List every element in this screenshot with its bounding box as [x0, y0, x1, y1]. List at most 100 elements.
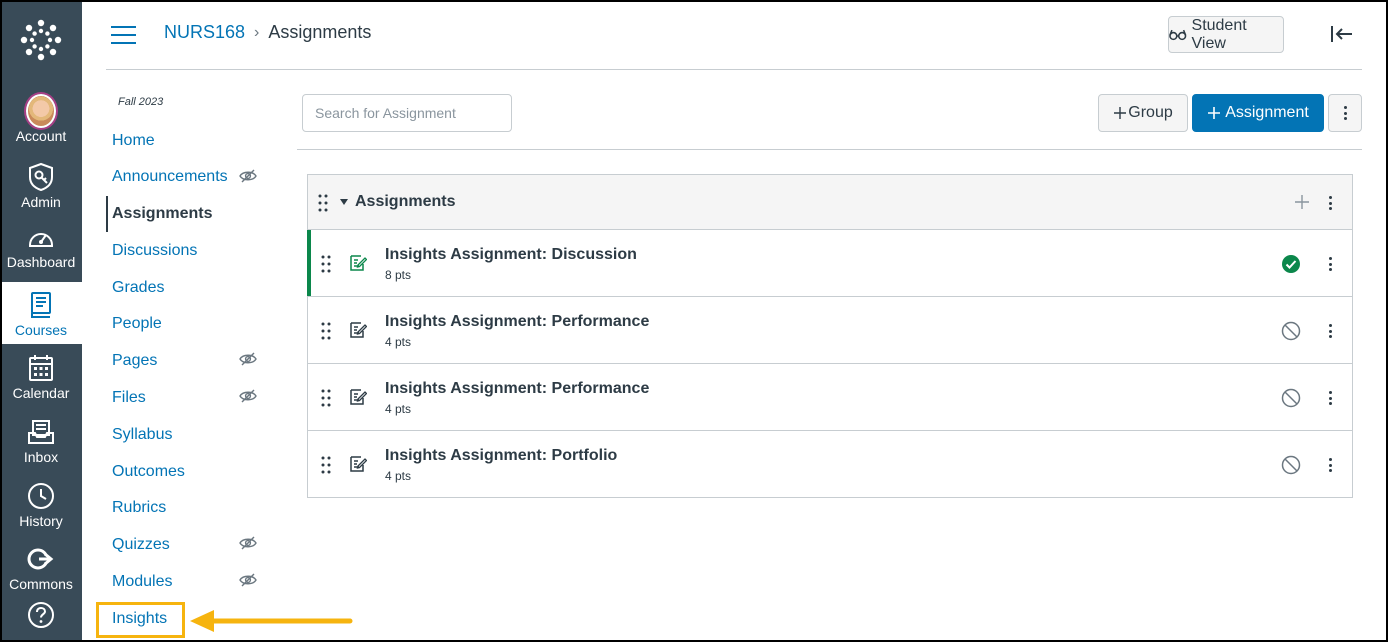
add-group-label: Group [1128, 104, 1173, 121]
active-indicator [106, 196, 108, 232]
gnav-dashboard[interactable]: Dashboard [0, 214, 82, 276]
course-nav-syllabus[interactable]: Syllabus [112, 423, 172, 447]
assignment-menu-kebab-icon[interactable] [1325, 389, 1335, 407]
assignment-menu-kebab-icon[interactable] [1325, 322, 1335, 340]
breadcrumb-current: Assignments [268, 22, 372, 42]
course-nav-quizzes[interactable]: Quizzes [112, 533, 170, 557]
gnav-inbox[interactable]: Inbox [0, 409, 82, 471]
gnav-commons[interactable]: Commons [0, 536, 82, 598]
assignment-title-link[interactable]: Insights Assignment: Discussion [385, 246, 637, 264]
gnav-calendar-label: Calendar [12, 385, 70, 401]
group-menu-kebab-icon[interactable] [1325, 194, 1335, 212]
unpublished-icon[interactable] [1281, 321, 1301, 341]
drag-handle-icon[interactable] [321, 389, 331, 407]
settings-menu-button[interactable] [1328, 94, 1362, 132]
hidden-eye-icon [239, 536, 257, 550]
course-nav-home[interactable]: Home [112, 129, 155, 153]
published-check-icon[interactable] [1281, 254, 1301, 274]
course-nav-outcomes[interactable]: Outcomes [112, 460, 185, 484]
course-nav-people[interactable]: People [112, 312, 162, 336]
search-assignment-input[interactable] [302, 94, 512, 132]
assignment-points: 4 pts [385, 469, 412, 483]
assignment-icon [350, 456, 367, 472]
assignment-points: 4 pts [385, 335, 412, 349]
assignment-group-title: Assignments [355, 193, 456, 210]
inbox-icon [26, 417, 56, 447]
hidden-eye-icon [239, 169, 257, 183]
commons-share-icon [26, 544, 56, 574]
hidden-eye-icon [239, 573, 257, 587]
breadcrumb-course-link[interactable]: NURS168 [164, 22, 245, 43]
assignment-row[interactable]: Insights Assignment: Performance 4 pts [308, 297, 1352, 364]
drag-handle-icon[interactable] [321, 255, 331, 273]
course-nav-announcements[interactable]: Announcements [112, 165, 228, 189]
plus-icon [1114, 107, 1127, 119]
gnav-dashboard-label: Dashboard [6, 254, 76, 270]
breadcrumb: NURS168 › Assignments [164, 22, 371, 43]
add-to-group-icon[interactable] [1294, 194, 1310, 210]
gnav-admin-label: Admin [21, 194, 61, 210]
add-assignment-button[interactable]: Assignment [1192, 94, 1324, 132]
gnav-inbox-label: Inbox [23, 449, 59, 465]
kebab-icon [1340, 104, 1350, 122]
assignment-group-header[interactable]: Assignments [308, 175, 1352, 230]
assignment-menu-kebab-icon[interactable] [1325, 255, 1335, 273]
gnav-history-label: History [19, 513, 63, 529]
course-nav-files[interactable]: Files [112, 386, 146, 410]
unpublished-icon[interactable] [1281, 455, 1301, 475]
assignment-row[interactable]: Insights Assignment: Discussion 8 pts [307, 230, 1352, 297]
gnav-history[interactable]: History [0, 473, 82, 535]
plus-icon [1208, 107, 1221, 119]
drag-handle-icon[interactable] [318, 194, 328, 212]
calendar-icon [26, 353, 56, 383]
assignment-group: Assignments Insights Assignment: Discuss… [307, 174, 1353, 498]
collapse-sidebar-icon[interactable] [1330, 24, 1354, 44]
gnav-calendar[interactable]: Calendar [0, 345, 82, 407]
assignment-points: 4 pts [385, 402, 412, 416]
toolbar-divider [297, 149, 1362, 150]
term-label: Fall 2023 [118, 96, 164, 108]
drag-handle-icon[interactable] [321, 456, 331, 474]
assignment-icon [350, 322, 367, 338]
student-view-button[interactable]: Student View [1168, 16, 1284, 53]
gnav-account[interactable]: Account [0, 88, 82, 150]
assignment-row[interactable]: Insights Assignment: Portfolio 4 pts [308, 431, 1352, 498]
course-nav-modules[interactable]: Modules [112, 570, 172, 594]
header-divider [106, 69, 1362, 70]
course-nav-assignments[interactable]: Assignments [112, 202, 212, 226]
admin-shield-icon [26, 162, 56, 192]
hidden-eye-icon [239, 352, 257, 366]
add-group-button[interactable]: Group [1098, 94, 1188, 132]
assignment-icon [350, 389, 367, 405]
course-nav-rubrics[interactable]: Rubrics [112, 496, 166, 520]
assignment-menu-kebab-icon[interactable] [1325, 456, 1335, 474]
dashboard-gauge-icon [26, 222, 56, 252]
gnav-account-label: Account [15, 128, 67, 144]
drag-handle-icon[interactable] [321, 322, 331, 340]
course-nav-discussions[interactable]: Discussions [112, 239, 197, 263]
courses-book-icon [26, 290, 56, 320]
unpublished-icon[interactable] [1281, 388, 1301, 408]
pointer-arrow-icon [190, 610, 353, 632]
course-nav-grades[interactable]: Grades [112, 276, 164, 300]
gnav-help[interactable] [0, 596, 82, 638]
course-menu-toggle-button[interactable] [111, 26, 136, 44]
gnav-courses[interactable]: Courses [0, 282, 82, 344]
canvas-logo-icon[interactable] [0, 12, 82, 68]
help-icon [26, 600, 56, 630]
breadcrumb-separator: › [254, 23, 260, 41]
assignment-title-link[interactable]: Insights Assignment: Performance [385, 380, 649, 398]
hidden-eye-icon [239, 389, 257, 403]
gnav-admin[interactable]: Admin [0, 154, 82, 216]
student-view-label: Student View [1191, 16, 1247, 52]
assignment-title-link[interactable]: Insights Assignment: Performance [385, 313, 649, 331]
insights-highlight-box [96, 602, 185, 638]
glasses-icon [1169, 29, 1187, 40]
global-nav: Account Admin Dashboard Courses Calendar… [0, 0, 82, 642]
assignment-row[interactable]: Insights Assignment: Performance 4 pts [308, 364, 1352, 431]
course-nav-pages[interactable]: Pages [112, 349, 157, 373]
history-clock-icon [26, 481, 56, 511]
assignment-points: 8 pts [385, 268, 412, 282]
assignment-title-link[interactable]: Insights Assignment: Portfolio [385, 447, 617, 465]
caret-down-icon[interactable] [340, 199, 348, 205]
